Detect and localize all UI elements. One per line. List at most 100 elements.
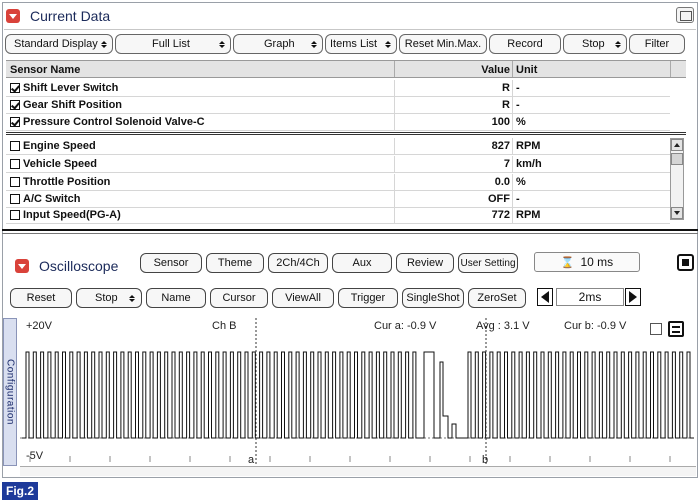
- time-scale-decrease-icon[interactable]: [537, 288, 553, 306]
- scroll-up-icon[interactable]: [671, 139, 683, 151]
- sensor-row[interactable]: A/C Switch OFF -: [6, 191, 670, 208]
- cursor-b-marker[interactable]: b: [482, 454, 488, 466]
- graph-label: Graph: [264, 38, 295, 50]
- single-shot-button[interactable]: SingleShot: [402, 288, 464, 308]
- oscilloscope-display[interactable]: +20V Ch B Cur a: -0.9 V Avg : 3.1 V Cur …: [20, 316, 696, 466]
- stop-icon[interactable]: [677, 254, 694, 271]
- items-list-label: Items List: [330, 38, 378, 50]
- zero-set-button[interactable]: ZeroSet: [468, 288, 526, 308]
- sensor-name: Vehicle Speed: [23, 158, 97, 170]
- collapse-oscilloscope-button[interactable]: [15, 259, 29, 273]
- sensor-row[interactable]: Engine Speed 827 RPM: [6, 138, 670, 155]
- theme-label: Theme: [217, 257, 253, 269]
- sensor-name: Engine Speed: [23, 140, 96, 152]
- sensor-unit: %: [516, 176, 526, 188]
- stop-select[interactable]: Stop: [76, 288, 142, 308]
- cell-divider: [512, 80, 513, 96]
- aux-button[interactable]: Aux: [332, 253, 392, 273]
- sensor-row[interactable]: Input Speed(PG-A) 772 RPM: [6, 207, 670, 224]
- row-checkbox[interactable]: [10, 210, 20, 220]
- channel-mode-button[interactable]: 2Ch/4Ch: [268, 253, 328, 273]
- row-checkbox[interactable]: [10, 141, 20, 151]
- row-checkbox[interactable]: [10, 177, 20, 187]
- time-base-display[interactable]: ⌛ 10 ms: [534, 252, 640, 272]
- value-column[interactable]: Value: [396, 64, 510, 76]
- cursor-a-marker[interactable]: a: [248, 454, 254, 466]
- cell-divider: [394, 97, 395, 113]
- oscilloscope-toolbar-top: Sensor Theme 2Ch/4Ch Aux Review User Set…: [140, 253, 518, 273]
- configuration-tab[interactable]: Configuration: [3, 318, 17, 466]
- cell-divider: [394, 114, 395, 130]
- row-checkbox[interactable]: [10, 100, 20, 110]
- full-list-select[interactable]: Full List: [115, 34, 231, 54]
- sensor-name: Gear Shift Position: [23, 99, 123, 111]
- oscilloscope-title: Oscilloscope: [39, 258, 119, 274]
- reset-min-max-button[interactable]: Reset Min.Max.: [399, 34, 487, 54]
- filter-button[interactable]: Filter: [629, 34, 685, 54]
- stop-select[interactable]: Stop: [563, 34, 627, 54]
- spinner-icon: [615, 41, 621, 48]
- fixed-sensor-row[interactable]: Pressure Control Solenoid Valve-C 100 %: [6, 114, 670, 131]
- cursor-button[interactable]: Cursor: [210, 288, 268, 308]
- maximize-icon[interactable]: [676, 7, 694, 23]
- current-data-toolbar: Standard Display Full List Graph Items L…: [5, 34, 685, 54]
- collapse-current-data-button[interactable]: [6, 9, 20, 23]
- row-checkbox[interactable]: [10, 117, 20, 127]
- row-checkbox[interactable]: [10, 194, 20, 204]
- waveform-canvas: [20, 318, 696, 464]
- reset-min-max-label: Reset Min.Max.: [404, 38, 482, 50]
- sensor-list-scrollbar[interactable]: [670, 138, 684, 220]
- sensor-name-column[interactable]: Sensor Name: [10, 64, 80, 76]
- column-divider: [670, 61, 671, 77]
- sensor-row[interactable]: Throttle Position 0.0 %: [6, 174, 670, 191]
- cell-divider: [512, 174, 513, 190]
- unit-column[interactable]: Unit: [516, 64, 537, 76]
- reset-button[interactable]: Reset: [10, 288, 72, 308]
- sensor-button[interactable]: Sensor: [140, 253, 202, 273]
- waveform-trace: [22, 351, 694, 439]
- sensor-row[interactable]: Vehicle Speed 7 km/h: [6, 156, 670, 173]
- time-scale-display: 2ms: [556, 288, 624, 306]
- standard-display-select[interactable]: Standard Display: [5, 34, 113, 54]
- sensor-name: Throttle Position: [23, 176, 111, 188]
- record-label: Record: [507, 38, 543, 50]
- hourglass-icon: ⌛: [560, 256, 575, 269]
- menu-icon[interactable]: [668, 321, 684, 337]
- sensor-unit: -: [516, 82, 520, 94]
- panel-splitter[interactable]: [2, 229, 698, 234]
- sensor-value: 100: [491, 116, 510, 128]
- fixed-sensor-row[interactable]: Shift Lever Switch R -: [6, 80, 670, 97]
- channel-label: Ch B: [212, 320, 237, 332]
- current-data-header: Current Data: [6, 6, 110, 26]
- cell-divider: [512, 156, 513, 172]
- sensor-unit: km/h: [516, 158, 542, 170]
- sensor-unit: RPM: [516, 209, 541, 221]
- cell-divider: [512, 191, 513, 207]
- row-checkbox[interactable]: [10, 159, 20, 169]
- oscilloscope-horizontal-scrollbar[interactable]: [20, 466, 696, 476]
- theme-button[interactable]: Theme: [206, 253, 264, 273]
- graph-select[interactable]: Graph: [233, 34, 323, 54]
- trigger-label: Trigger: [350, 292, 386, 304]
- cell-divider: [512, 138, 513, 154]
- fixed-sensor-row[interactable]: Gear Shift Position R -: [6, 97, 670, 114]
- cell-divider: [394, 80, 395, 96]
- sensor-name: Shift Lever Switch: [23, 82, 119, 94]
- cell-divider: [512, 207, 513, 223]
- name-button[interactable]: Name: [146, 288, 206, 308]
- items-list-select[interactable]: Items List: [325, 34, 397, 54]
- cell-divider: [512, 114, 513, 130]
- trigger-button[interactable]: Trigger: [338, 288, 398, 308]
- scroll-thumb[interactable]: [671, 153, 683, 165]
- view-all-button[interactable]: ViewAll: [272, 288, 334, 308]
- time-scale-increase-icon[interactable]: [625, 288, 641, 306]
- review-button[interactable]: Review: [396, 253, 454, 273]
- spinner-icon: [126, 295, 135, 302]
- cell-divider: [394, 174, 395, 190]
- row-checkbox[interactable]: [10, 83, 20, 93]
- user-setting-button[interactable]: User Setting: [458, 253, 518, 273]
- cell-divider: [512, 97, 513, 113]
- display-option-checkbox[interactable]: [650, 323, 662, 335]
- scroll-down-icon[interactable]: [671, 207, 683, 219]
- record-button[interactable]: Record: [489, 34, 561, 54]
